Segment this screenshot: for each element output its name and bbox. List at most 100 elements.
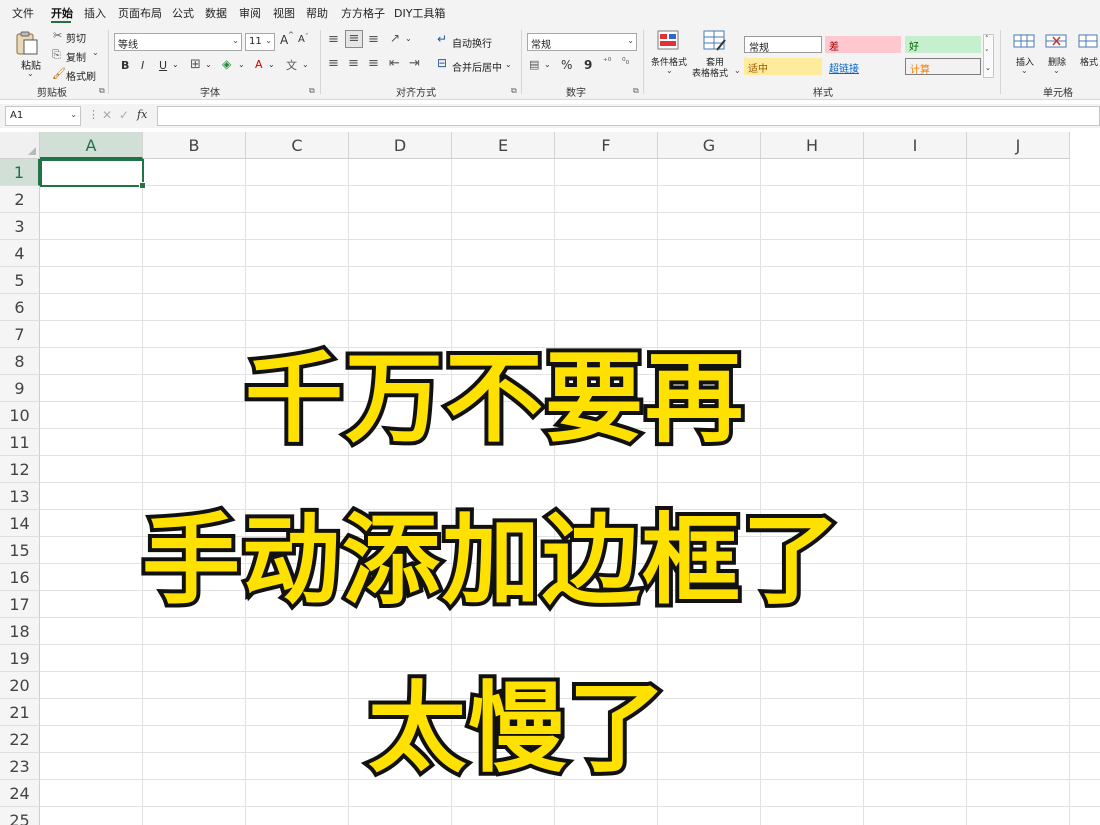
format-as-table-button[interactable] [703,30,727,55]
decrease-indent-icon[interactable]: ⇤ [389,56,400,71]
style-normal[interactable]: 常规 [744,36,822,54]
row-header-3[interactable]: 3 [0,213,40,240]
row-header-2[interactable]: 2 [0,186,40,213]
align-center-icon[interactable]: ≡ [348,56,359,71]
menu-page-layout[interactable]: 页面布局 [118,5,162,21]
row-header-7[interactable]: 7 [0,321,40,348]
fill-color-icon[interactable]: ◈ [222,57,231,71]
alignment-launcher-icon[interactable]: ⧉ [511,86,517,96]
decrease-font-button[interactable]: A [298,34,305,45]
underline-button[interactable]: U [159,59,167,72]
column-header-c[interactable]: C [246,132,349,159]
insert-function-button[interactable]: fx [137,108,147,121]
accounting-format-icon[interactable]: ▤ [529,58,539,71]
number-format-select[interactable]: 常规 ⌄ [527,33,637,51]
font-size-select[interactable]: 11 ⌄ [245,33,275,51]
decrease-decimal-icon[interactable]: ⁰₀ [622,57,629,67]
column-header-e[interactable]: E [452,132,555,159]
align-bottom-icon[interactable]: ≡ [368,32,379,47]
align-middle-icon[interactable]: ≡ [345,30,363,48]
column-header-g[interactable]: G [658,132,761,159]
font-color-dropdown-icon[interactable]: ⌄ [268,60,275,69]
style-bad[interactable]: 差 [825,36,901,53]
conditional-format-button[interactable] [657,30,679,53]
font-color-button[interactable]: A [255,58,263,71]
orientation-icon[interactable]: ↗ [390,31,400,45]
increase-decimal-icon[interactable]: ⁺⁰ [603,57,611,67]
italic-button[interactable]: I [141,59,144,72]
font-launcher-icon[interactable]: ⧉ [309,86,315,96]
percent-style-button[interactable]: % [561,58,572,72]
cancel-icon[interactable]: ✕ [102,108,112,122]
menu-file[interactable]: 文件 [12,5,34,21]
row-header-6[interactable]: 6 [0,294,40,321]
orientation-dropdown-icon[interactable]: ⌄ [405,34,412,43]
phonetic-dropdown-icon[interactable]: ⌄ [302,60,309,69]
row-header-21[interactable]: 21 [0,699,40,726]
row-header-19[interactable]: 19 [0,645,40,672]
menu-help[interactable]: 帮助 [306,5,328,21]
cut-button[interactable]: 剪切 [66,30,86,45]
formula-input[interactable] [157,106,1100,126]
delete-dropdown-icon[interactable]: ⌄ [1053,66,1060,75]
row-header-13[interactable]: 13 [0,483,40,510]
styles-gallery-scroll[interactable]: ˄ ˅ ⌄ [983,34,994,78]
chevron-up-icon[interactable]: ˄ [985,35,989,43]
row-header-22[interactable]: 22 [0,726,40,753]
comma-style-button[interactable]: 9 [584,58,592,72]
row-header-16[interactable]: 16 [0,564,40,591]
underline-dropdown-icon[interactable]: ⌄ [172,60,179,69]
row-header-17[interactable]: 17 [0,591,40,618]
column-header-b[interactable]: B [143,132,246,159]
menu-diy-toolbox[interactable]: DIY工具箱 [394,5,445,21]
phonetic-icon[interactable]: 文 [286,57,297,73]
delete-cells-button[interactable] [1045,32,1069,53]
gallery-more-icon[interactable]: ⌄ [985,64,991,72]
column-header-a[interactable]: A [40,132,143,159]
row-header-25[interactable]: 25 [0,807,40,825]
merge-dropdown-icon[interactable]: ⌄ [505,60,512,69]
row-header-10[interactable]: 10 [0,402,40,429]
row-header-9[interactable]: 9 [0,375,40,402]
style-calculation[interactable]: 计算 [905,58,981,76]
style-hyperlink[interactable]: 超链接 [825,58,901,75]
font-name-select[interactable]: 等线 ⌄ [114,33,242,51]
row-header-8[interactable]: 8 [0,348,40,375]
borders-dropdown-icon[interactable]: ⌄ [205,60,212,69]
row-header-18[interactable]: 18 [0,618,40,645]
menu-data[interactable]: 数据 [205,5,227,21]
row-header-4[interactable]: 4 [0,240,40,267]
align-top-icon[interactable]: ≡ [328,32,339,47]
increase-font-button[interactable]: A [280,33,288,47]
chevron-down-icon[interactable]: ˅ [985,49,989,57]
name-box[interactable]: A1 ⌄ [5,106,81,126]
row-header-1[interactable]: 1 [0,159,40,186]
menu-home[interactable]: 开始 [51,5,73,21]
menu-view[interactable]: 视图 [273,5,295,21]
style-good[interactable]: 好 [905,36,981,53]
formula-bar-options-icon[interactable]: ⋮ [88,108,99,121]
number-launcher-icon[interactable]: ⧉ [633,86,639,96]
paste-button[interactable] [14,30,40,59]
menu-fangfang[interactable]: 方方格子 [341,5,385,21]
column-header-i[interactable]: I [864,132,967,159]
row-header-24[interactable]: 24 [0,780,40,807]
fill-color-dropdown-icon[interactable]: ⌄ [238,60,245,69]
wrap-text-button[interactable]: 自动换行 [452,35,492,50]
format-painter-button[interactable]: 格式刷 [66,68,96,83]
align-left-icon[interactable]: ≡ [328,56,339,71]
row-header-11[interactable]: 11 [0,429,40,456]
row-header-12[interactable]: 12 [0,456,40,483]
borders-icon[interactable]: ⊞ [190,57,201,72]
merge-center-button[interactable]: 合并后居中 [452,59,502,74]
row-header-14[interactable]: 14 [0,510,40,537]
row-header-20[interactable]: 20 [0,672,40,699]
clipboard-launcher-icon[interactable]: ⧉ [99,86,105,96]
accounting-dropdown-icon[interactable]: ⌄ [544,60,551,69]
menu-review[interactable]: 审阅 [239,5,261,21]
align-right-icon[interactable]: ≡ [368,56,379,71]
confirm-icon[interactable]: ✓ [119,108,129,122]
bold-button[interactable]: B [121,59,129,72]
active-cell-a1[interactable] [40,159,146,189]
column-header-h[interactable]: H [761,132,864,159]
